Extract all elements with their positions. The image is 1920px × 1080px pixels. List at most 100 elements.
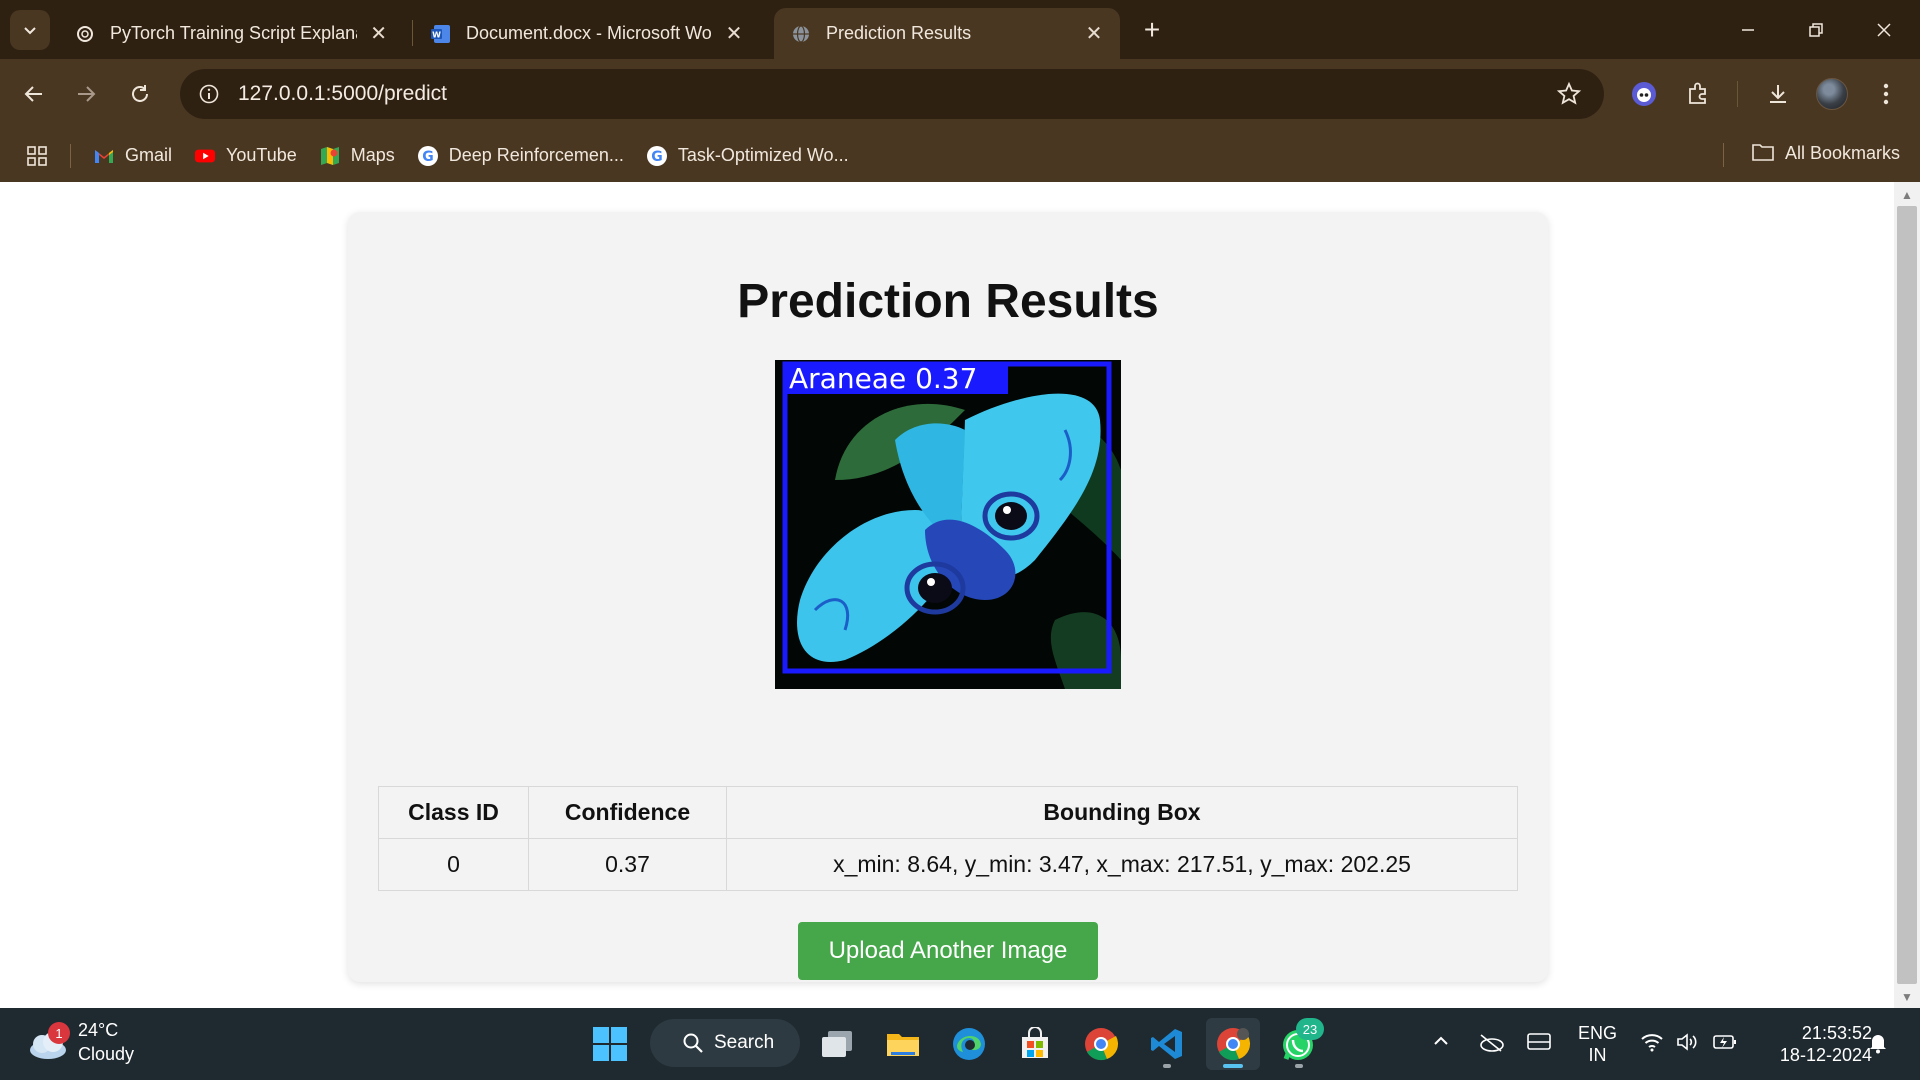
detection-label: Araneae 0.37 <box>789 362 977 395</box>
bookmark-label: Task-Optimized Wo... <box>677 145 849 165</box>
weather-widget[interactable]: 1 24°C Cloudy <box>26 1018 134 1066</box>
svg-text:G: G <box>651 149 663 165</box>
chrome-button[interactable] <box>1074 1018 1128 1070</box>
tab-search-button[interactable] <box>10 10 50 50</box>
table-header-row: Class ID Confidence Bounding Box <box>378 786 1518 839</box>
column-header-class-id: Class ID <box>378 786 529 839</box>
reload-icon <box>132 85 148 102</box>
site-info-icon[interactable] <box>194 79 224 109</box>
address-bar[interactable]: 127.0.0.1:5000/predict <box>180 69 1604 119</box>
edge-icon <box>953 1028 985 1060</box>
notification-bell-icon[interactable] <box>1868 1032 1888 1059</box>
chevron-up-icon <box>1434 1036 1448 1045</box>
close-tab-icon[interactable]: ✕ <box>1082 22 1106 46</box>
youtube-icon <box>194 145 216 167</box>
tab-prediction-results[interactable]: Prediction Results ✕ <box>774 8 1120 59</box>
results-card: Prediction Results Araneae 0.37 Class ID… <box>348 212 1548 982</box>
forward-button[interactable] <box>64 72 108 116</box>
word-icon: W <box>430 23 452 45</box>
taskbar-search[interactable]: Search <box>650 1019 800 1067</box>
arrow-right-icon <box>78 86 96 102</box>
prediction-image: Araneae 0.37 <box>775 360 1121 689</box>
restore-icon <box>1809 22 1823 37</box>
close-tab-icon[interactable]: ✕ <box>722 22 746 46</box>
cell-confidence: 0.37 <box>528 838 727 891</box>
bookmark-youtube[interactable]: YouTube <box>194 145 297 167</box>
tab-title: Document.docx - Microsoft Wo <box>466 23 712 43</box>
bookmark-gmail[interactable]: Gmail <box>93 145 172 167</box>
close-icon <box>1877 22 1891 37</box>
close-tab-icon[interactable]: ✕ <box>367 22 390 46</box>
svg-text:W: W <box>432 30 441 39</box>
search-label: Search <box>714 1032 775 1053</box>
toolbar-divider <box>1737 81 1738 107</box>
scroll-up-icon[interactable]: ▲ <box>1897 186 1917 204</box>
extension-bot-icon[interactable] <box>1622 72 1666 116</box>
menu-kebab-icon[interactable] <box>1864 72 1908 116</box>
tab-title: Prediction Results <box>826 23 972 43</box>
edge-browser-button[interactable] <box>942 1018 996 1070</box>
minimize-button[interactable] <box>1714 0 1782 59</box>
url-text[interactable]: 127.0.0.1:5000/predict <box>238 82 447 106</box>
back-button[interactable] <box>12 72 56 116</box>
reload-button[interactable] <box>118 72 162 116</box>
bookmark-label: Gmail <box>125 145 173 165</box>
bookmark-star-icon[interactable] <box>1556 81 1582 107</box>
chrome-profile-button[interactable] <box>1206 1018 1260 1070</box>
gmail-icon <box>93 145 115 167</box>
scrollbar-thumb[interactable] <box>1897 206 1917 984</box>
battery-icon[interactable] <box>1712 1032 1738 1057</box>
system-clock[interactable]: 21:53:52 18-12-2024 <box>1760 1022 1872 1066</box>
start-button[interactable] <box>583 1018 637 1070</box>
display-icon[interactable] <box>1526 1032 1552 1057</box>
apps-grid-icon <box>27 145 47 166</box>
volume-icon[interactable] <box>1676 1032 1700 1057</box>
whatsapp-button[interactable]: 23 <box>1272 1018 1326 1070</box>
running-indicator <box>1295 1064 1303 1068</box>
running-indicator <box>1163 1064 1171 1068</box>
extensions-puzzle-icon[interactable] <box>1676 72 1720 116</box>
upload-another-image-button[interactable]: Upload Another Image <box>798 922 1098 980</box>
folder-icon <box>887 1034 919 1056</box>
bookmark-deep-reinforcement[interactable]: G Deep Reinforcemen... <box>417 145 624 167</box>
new-tab-button[interactable]: + <box>1132 12 1172 48</box>
all-bookmarks-button[interactable]: All Bookmarks <box>1751 142 1900 164</box>
table-row: 0 0.37 x_min: 8.64, y_min: 3.47, x_max: … <box>378 838 1518 891</box>
tab-document-docx[interactable]: W Document.docx - Microsoft Wo ✕ <box>414 8 760 59</box>
avatar <box>1816 78 1848 110</box>
maps-icon <box>319 145 341 167</box>
file-explorer-button[interactable] <box>876 1018 930 1070</box>
apps-grid-button[interactable] <box>26 145 48 167</box>
close-window-button[interactable] <box>1850 0 1918 59</box>
bookmark-maps[interactable]: Maps <box>319 145 395 167</box>
tab-divider <box>412 20 413 46</box>
tab-pytorch-script[interactable]: PyTorch Training Script Explanat ✕ <box>58 8 404 59</box>
language-code: ENG <box>1578 1023 1618 1043</box>
wifi-icon[interactable] <box>1640 1032 1664 1057</box>
page-viewport: Prediction Results Araneae 0.37 Class ID… <box>0 182 1894 1008</box>
active-indicator <box>1223 1064 1243 1068</box>
notification-badge: 23 <box>1296 1018 1324 1040</box>
download-icon[interactable] <box>1756 72 1800 116</box>
bookmark-divider <box>1723 143 1724 167</box>
weather-condition: Cloudy <box>78 1044 135 1064</box>
show-hidden-icons-button[interactable] <box>1432 1032 1450 1055</box>
profile-avatar[interactable] <box>1810 72 1854 116</box>
vscode-icon <box>1151 1029 1182 1059</box>
weather-temperature: 24°C <box>78 1020 119 1040</box>
vscode-button[interactable] <box>1140 1018 1194 1070</box>
moth-image: Araneae 0.37 <box>775 360 1121 689</box>
bookmark-label: YouTube <box>226 145 297 165</box>
microsoft-store-button[interactable] <box>1008 1018 1062 1070</box>
restore-button[interactable] <box>1782 0 1850 59</box>
scroll-down-icon[interactable]: ▼ <box>1897 988 1917 1006</box>
bookmark-task-optimized[interactable]: G Task-Optimized Wo... <box>646 145 849 167</box>
onedrive-icon[interactable] <box>1478 1032 1504 1057</box>
task-view-button[interactable] <box>810 1018 864 1070</box>
chrome-icon <box>1085 1028 1119 1061</box>
bookmarks-bar: Gmail YouTube Maps G Deep Reinforcemen..… <box>0 129 1920 182</box>
chevron-down-icon <box>24 27 36 35</box>
cloud-icon: 1 <box>26 1022 70 1062</box>
input-language-indicator[interactable]: ENG IN <box>1578 1022 1617 1066</box>
store-icon <box>1022 1027 1048 1058</box>
